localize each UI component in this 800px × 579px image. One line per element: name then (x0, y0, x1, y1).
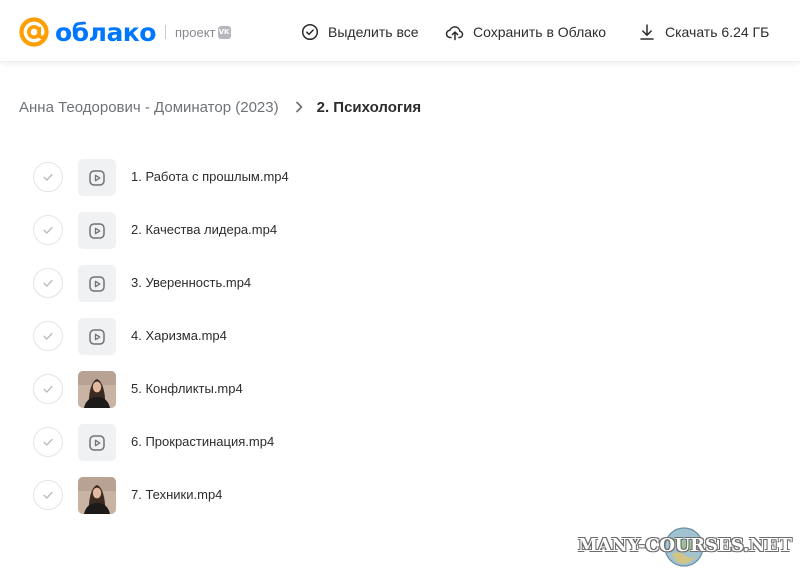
checkmark-icon (43, 385, 53, 393)
top-bar: облако проект VK Выделить все Сохранить … (0, 0, 800, 62)
file-name: 6. Прокрастинация.mp4 (131, 434, 275, 449)
select-checkbox[interactable] (33, 321, 63, 351)
video-thumbnail (78, 265, 116, 302)
video-thumbnail (78, 318, 116, 355)
breadcrumb-current-folder: 2. Психология (316, 98, 422, 116)
play-icon (89, 328, 105, 345)
play-icon (89, 169, 105, 186)
video-thumbnail (78, 212, 116, 249)
breadcrumb-parent-link[interactable]: Анна Теодорович - Доминатор (2023) (19, 99, 279, 116)
at-sign-logo-icon (19, 17, 49, 47)
vk-badge-icon: VK (217, 25, 231, 39)
file-name: 2. Качества лидера.mp4 (131, 222, 278, 237)
file-name: 1. Работа с прошлым.mp4 (131, 169, 289, 184)
cloud-upload-icon (445, 26, 464, 41)
select-checkbox[interactable] (33, 215, 63, 245)
file-row[interactable]: 1. Работа с прошлым.mp4 (0, 151, 800, 204)
file-row[interactable]: 7. Техники.mp4 (0, 469, 800, 522)
file-row[interactable]: 6. Прокрастинация.mp4 (0, 416, 800, 469)
site-watermark: MANY-COURSES.NET (578, 526, 792, 568)
logo-divider (164, 25, 166, 39)
file-row[interactable]: 5. Конфликты.mp4 (0, 363, 800, 416)
select-checkbox[interactable] (33, 374, 63, 404)
download-label: Скачать 6.24 ГБ (665, 24, 770, 40)
chevron-right-icon (295, 101, 303, 113)
checkmark-icon (43, 226, 53, 234)
cloud-logo[interactable]: облако проект VK (18, 16, 231, 48)
file-row[interactable]: 4. Харизма.mp4 (0, 310, 800, 363)
select-checkbox[interactable] (33, 268, 63, 298)
select-checkbox[interactable] (33, 480, 63, 510)
file-row[interactable]: 3. Уверенность.mp4 (0, 257, 800, 310)
select-all-label: Выделить все (328, 24, 419, 40)
save-to-cloud-label: Сохранить в Облако (473, 24, 607, 40)
file-name: 3. Уверенность.mp4 (131, 275, 252, 290)
video-thumbnail (78, 159, 116, 196)
video-preview-thumbnail (78, 371, 116, 408)
file-name: 7. Техники.mp4 (131, 487, 223, 502)
file-name: 4. Харизма.mp4 (131, 328, 227, 343)
watermark-text: MANY-COURSES.NET (578, 535, 792, 556)
checkmark-icon (43, 279, 53, 287)
download-icon (640, 24, 654, 40)
person-preview-image (78, 371, 116, 408)
select-all-button[interactable]: Выделить все (300, 20, 419, 44)
logo-wordmark: облако (55, 17, 156, 47)
project-label: проект (174, 24, 216, 40)
download-button[interactable]: Скачать 6.24 ГБ (637, 20, 769, 44)
save-to-cloud-button[interactable]: Сохранить в Облако (445, 20, 606, 44)
check-circle-icon (301, 23, 319, 41)
select-checkbox[interactable] (33, 427, 63, 457)
breadcrumb: Анна Теодорович - Доминатор (2023) 2. Пс… (19, 96, 421, 118)
video-preview-thumbnail (78, 477, 116, 514)
play-icon (89, 434, 105, 451)
checkmark-icon (43, 491, 53, 499)
checkmark-icon (43, 438, 53, 446)
select-checkbox[interactable] (33, 162, 63, 192)
file-row[interactable]: 2. Качества лидера.mp4 (0, 204, 800, 257)
file-name: 5. Конфликты.mp4 (131, 381, 243, 396)
video-thumbnail (78, 424, 116, 461)
play-icon (89, 222, 105, 239)
checkmark-icon (43, 332, 53, 340)
play-icon (89, 275, 105, 292)
checkmark-icon (43, 173, 53, 181)
person-preview-image (78, 477, 116, 514)
